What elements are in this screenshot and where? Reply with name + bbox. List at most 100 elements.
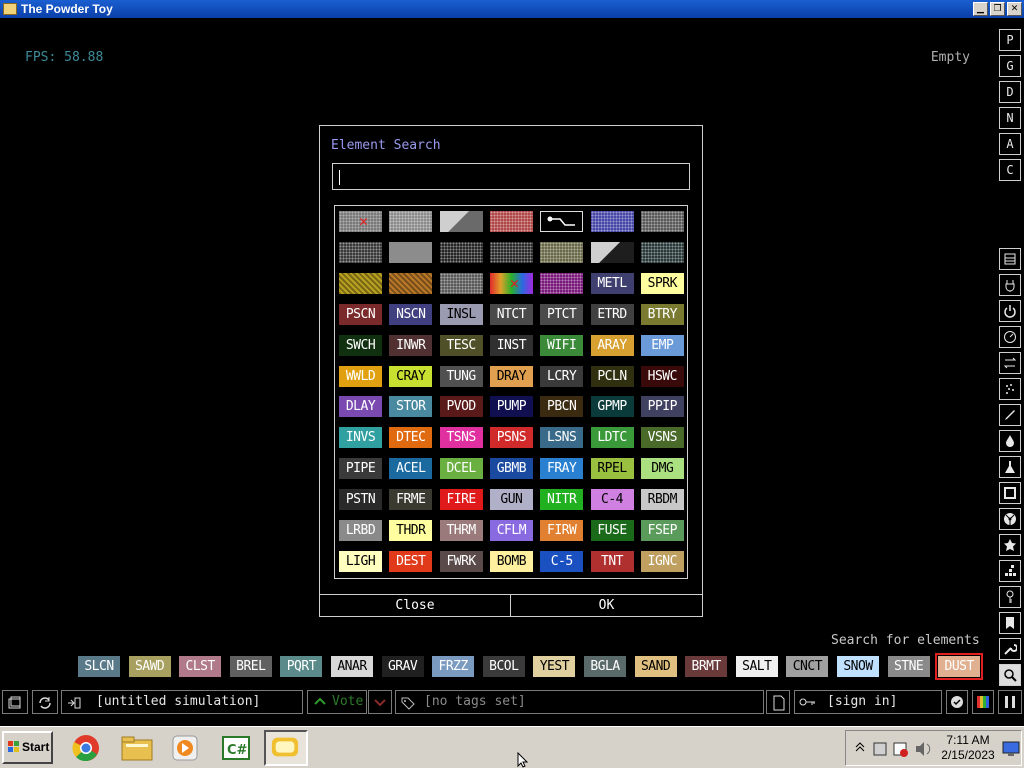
element-ldtc[interactable]: LDTC — [590, 427, 634, 449]
element-ppip[interactable]: PPIP — [640, 396, 684, 418]
element-frme[interactable]: FRME — [389, 489, 433, 511]
menu-button-g[interactable]: G — [999, 55, 1021, 77]
media-player-icon[interactable] — [167, 732, 203, 764]
sign-in-button[interactable]: [sign in] — [794, 690, 942, 714]
element-vsns[interactable]: VSNS — [640, 427, 684, 449]
close-button[interactable]: Close — [320, 595, 511, 617]
element-snow[interactable]: SNOW — [837, 656, 879, 677]
open-button[interactable] — [2, 690, 28, 714]
element-cray[interactable]: CRAY — [389, 365, 433, 387]
element-insl[interactable]: INSL — [439, 303, 483, 325]
element-metl[interactable]: METL — [590, 272, 634, 294]
element-gun[interactable]: GUN — [489, 489, 533, 511]
element-tool-2-2[interactable] — [439, 272, 483, 294]
element-rbdm[interactable]: RBDM — [640, 489, 684, 511]
element-wifi[interactable]: WIFI — [540, 334, 584, 356]
element-psns[interactable]: PSNS — [489, 427, 533, 449]
element-tool-1-6[interactable] — [640, 241, 684, 263]
simulation-name-button[interactable]: [untitled simulation] — [61, 690, 303, 714]
element-tsns[interactable]: TSNS — [439, 427, 483, 449]
csharp-editor-icon[interactable]: C# — [218, 732, 254, 764]
menu-button-c[interactable]: C — [999, 159, 1021, 181]
element-tool-2-1[interactable] — [389, 272, 433, 294]
element-grav[interactable]: GRAV — [381, 656, 424, 677]
element-nitr[interactable]: NITR — [540, 489, 584, 511]
element-tool-0-4[interactable] — [540, 211, 584, 232]
element-dmg[interactable]: DMG — [640, 458, 684, 480]
ok-button[interactable]: OK — [511, 595, 702, 617]
element-gbmb[interactable]: GBMB — [489, 458, 533, 480]
menu-button-n[interactable]: N — [999, 107, 1021, 129]
element-dcel[interactable]: DCEL — [439, 458, 483, 480]
vote-down-button[interactable] — [368, 690, 392, 714]
element-tool-0-2[interactable] — [439, 211, 483, 232]
element-search-input[interactable] — [332, 163, 690, 190]
element-inst[interactable]: INST — [489, 334, 533, 356]
element-tool-1-2[interactable] — [439, 241, 483, 263]
element-tool-0-0[interactable]: ✕ — [339, 211, 382, 232]
element-etrd[interactable]: ETRD — [590, 303, 634, 325]
powder-toy-task[interactable] — [264, 730, 308, 766]
element-tool-0-3[interactable] — [489, 211, 533, 232]
element-pbcn[interactable]: PBCN — [540, 396, 584, 418]
tags-button[interactable]: [no tags set] — [395, 690, 764, 714]
element-brmt[interactable]: BRMT — [685, 656, 728, 677]
element-cflm[interactable]: CFLM — [489, 520, 533, 541]
element-slcn[interactable]: SLCN — [78, 656, 120, 677]
settings-button[interactable] — [946, 690, 968, 714]
category-button-flask[interactable] — [999, 456, 1021, 478]
category-button-magnifier[interactable] — [999, 664, 1021, 686]
category-button-dots[interactable] — [999, 560, 1021, 582]
element-tool-0-6[interactable] — [640, 211, 684, 232]
minimize-button[interactable]: ▁ — [973, 2, 988, 16]
element-frzz[interactable]: FRZZ — [432, 656, 475, 677]
element-thrm[interactable]: THRM — [439, 520, 483, 541]
element-yest[interactable]: YEST — [533, 656, 576, 677]
element-bgla[interactable]: BGLA — [584, 656, 626, 677]
element-lsns[interactable]: LSNS — [540, 427, 584, 449]
element-dest[interactable]: DEST — [389, 550, 433, 572]
element-pscn[interactable]: PSCN — [339, 303, 382, 325]
element-pump[interactable]: PUMP — [489, 396, 533, 418]
category-button-plug[interactable] — [999, 274, 1021, 296]
element-dtec[interactable]: DTEC — [389, 427, 433, 449]
element-lcry[interactable]: LCRY — [540, 365, 584, 387]
chrome-icon[interactable] — [68, 732, 104, 764]
element-acel[interactable]: ACEL — [389, 458, 433, 480]
category-button-radiation[interactable] — [999, 508, 1021, 530]
element-tool-0-5[interactable] — [590, 211, 634, 232]
element-tool-2-4[interactable] — [540, 272, 584, 294]
element-ptct[interactable]: PTCT — [540, 303, 584, 325]
display-mode-button[interactable] — [972, 690, 994, 714]
element-firw[interactable]: FIRW — [540, 520, 584, 541]
category-button-arrows[interactable] — [999, 352, 1021, 374]
element-stor[interactable]: STOR — [389, 396, 433, 418]
menu-button-p[interactable]: P — [999, 29, 1021, 51]
vote-up-button[interactable]: Vote — [307, 690, 367, 714]
category-button-drop[interactable] — [999, 430, 1021, 452]
clock[interactable]: 7:11 AM 2/15/2023 — [938, 733, 998, 763]
category-button-power[interactable] — [999, 300, 1021, 322]
element-tool-2-3[interactable]: ✕ — [489, 272, 533, 294]
category-button-wrench[interactable] — [999, 638, 1021, 660]
element-pcln[interactable]: PCLN — [590, 365, 634, 387]
element-clst[interactable]: CLST — [179, 656, 222, 677]
element-salt[interactable]: SALT — [735, 656, 778, 677]
element-swch[interactable]: SWCH — [339, 334, 382, 356]
element-thdr[interactable]: THDR — [389, 520, 433, 541]
close-window-button[interactable]: ✕ — [1007, 2, 1022, 16]
element-aray[interactable]: ARAY — [590, 334, 634, 356]
element-dlay[interactable]: DLAY — [339, 396, 382, 418]
element-rpel[interactable]: RPEL — [590, 458, 634, 480]
element-pqrt[interactable]: PQRT — [280, 656, 323, 677]
element-pvod[interactable]: PVOD — [439, 396, 483, 418]
menu-button-a[interactable]: A — [999, 133, 1021, 155]
element-fsep[interactable]: FSEP — [640, 520, 684, 541]
new-simulation-button[interactable] — [766, 690, 790, 714]
element-sawd[interactable]: SAWD — [128, 656, 171, 677]
element-brel[interactable]: BREL — [229, 656, 272, 677]
element-lrbd[interactable]: LRBD — [339, 520, 382, 541]
element-tool-1-1[interactable] — [389, 241, 433, 263]
category-button-pen[interactable] — [999, 404, 1021, 426]
element-ligh[interactable]: LIGH — [339, 550, 382, 572]
